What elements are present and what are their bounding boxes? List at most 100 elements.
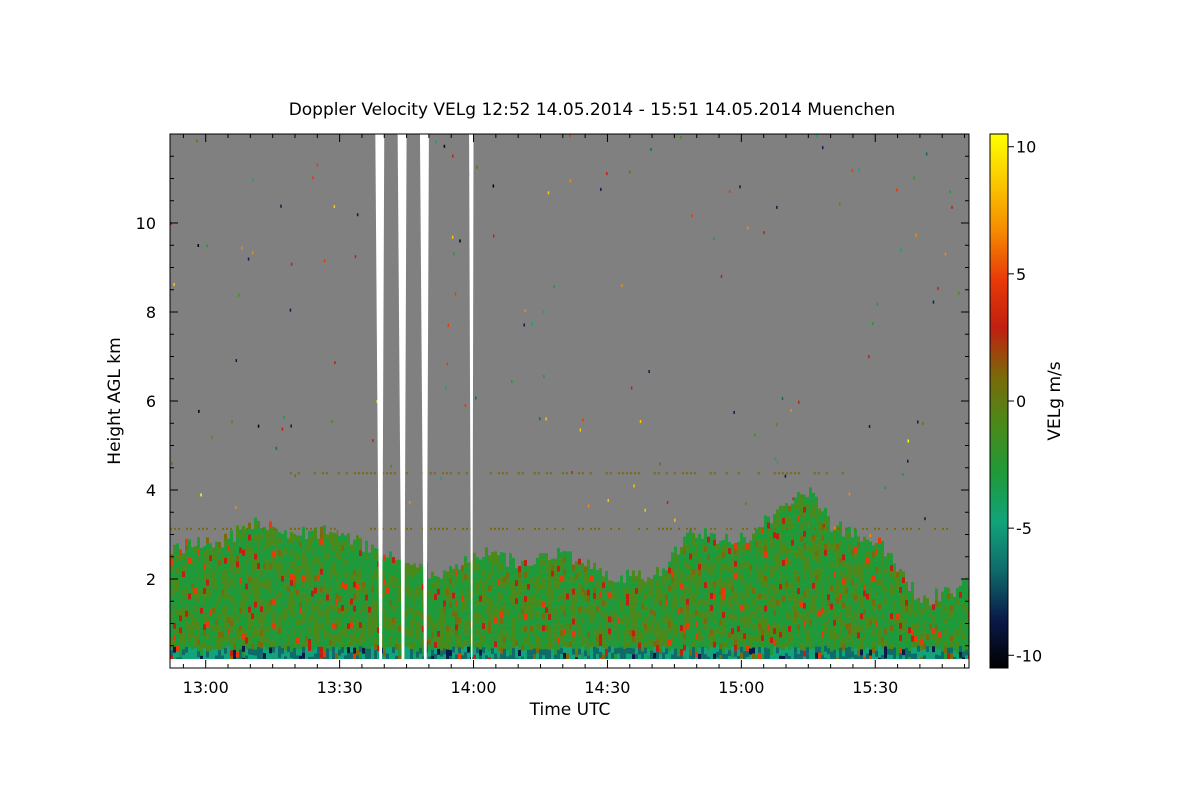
echo-cell (251, 619, 254, 626)
echo-cell (680, 612, 683, 619)
echo-cell (602, 618, 605, 625)
echo-cell (800, 524, 803, 531)
echo-cell (842, 608, 845, 615)
echo-cell (236, 555, 239, 562)
echo-cell (773, 580, 776, 587)
echo-cell (680, 606, 683, 613)
echo-cell (593, 586, 596, 593)
echo-cell (827, 636, 830, 643)
echo-cell (356, 643, 359, 650)
echo-cell (803, 602, 806, 609)
echo-cell (305, 575, 308, 582)
echo-cell (287, 580, 290, 587)
echo-cell (854, 552, 857, 559)
echo-cell (353, 581, 356, 588)
echo-cell (497, 609, 500, 616)
echo-cell (362, 623, 365, 630)
echo-cell (713, 617, 716, 624)
echo-cell (197, 561, 200, 568)
echo-cell (860, 571, 863, 578)
echo-cell (272, 556, 275, 563)
echo-cell (284, 620, 287, 627)
echo-cell (755, 552, 758, 559)
echo-cell (746, 644, 749, 651)
echo-cell (407, 587, 410, 594)
echo-cell (851, 645, 854, 652)
echo-cell (854, 636, 857, 643)
echo-cell (863, 536, 866, 543)
echo-cell (893, 611, 896, 618)
echo-cell (770, 649, 773, 656)
echo-cell (575, 597, 578, 604)
echo-cell (545, 601, 548, 608)
echo-cell (776, 599, 779, 606)
echo-cell (773, 658, 776, 660)
echo-cell (560, 588, 563, 595)
echo-cell (446, 649, 449, 656)
echo-cell (449, 583, 452, 590)
echo-cell (359, 598, 362, 605)
echo-cell (752, 569, 755, 576)
echo-cell (872, 587, 875, 594)
echo-cell (575, 591, 578, 598)
echo-cell (296, 619, 299, 626)
echo-cell (599, 640, 602, 647)
echo-cell (857, 650, 860, 657)
echo-cell (866, 611, 869, 618)
echo-cell (557, 619, 560, 626)
echo-cell (884, 652, 887, 659)
echo-cell (782, 577, 785, 584)
echo-cell (275, 654, 278, 660)
echo-cell (203, 636, 206, 643)
echo-cell (284, 572, 287, 579)
echo-cell (863, 554, 866, 561)
echo-cell (506, 614, 509, 621)
echo-cell (608, 616, 611, 623)
echo-cell (524, 626, 527, 633)
echo-cell (248, 606, 251, 613)
echo-cell (365, 546, 368, 553)
echo-cell (353, 629, 356, 636)
echo-cell (512, 629, 515, 636)
echo-cell (608, 634, 611, 641)
echo-cell (881, 630, 884, 637)
echo-cell (779, 589, 782, 596)
echo-cell (677, 584, 680, 591)
echo-cell (821, 601, 824, 608)
echo-cell (305, 569, 308, 576)
echo-cell (245, 655, 248, 660)
echo-cell (308, 542, 311, 549)
echo-cell (857, 626, 860, 633)
echo-cell (566, 599, 569, 606)
echo-cell (722, 641, 725, 648)
echo-cell (893, 647, 896, 654)
echo-cell (545, 559, 548, 566)
echo-cell (284, 554, 287, 561)
echo-cell (209, 627, 212, 634)
echo-cell (221, 631, 224, 638)
echo-cell (638, 582, 641, 589)
echo-cell (536, 581, 539, 588)
echo-cell (206, 573, 209, 580)
echo-cell (233, 643, 236, 650)
echo-cell (830, 573, 833, 580)
echo-cell (884, 604, 887, 611)
echo-cell (803, 578, 806, 585)
echo-cell (332, 532, 335, 539)
echo-cell (671, 552, 674, 559)
echo-cell (809, 613, 812, 620)
echo-cell (641, 657, 644, 660)
echo-cell (827, 540, 830, 547)
echo-cell (920, 638, 923, 645)
echo-cell (689, 541, 692, 548)
echo-cell (809, 571, 812, 578)
echo-cell (311, 656, 314, 660)
echo-cell (362, 653, 365, 660)
echo-cell (485, 631, 488, 638)
echo-cell (251, 559, 254, 566)
echo-cell (944, 587, 947, 594)
echo-cell (755, 534, 758, 541)
echo-cell (842, 560, 845, 567)
echo-cell (596, 624, 599, 631)
echo-cell (809, 589, 812, 596)
